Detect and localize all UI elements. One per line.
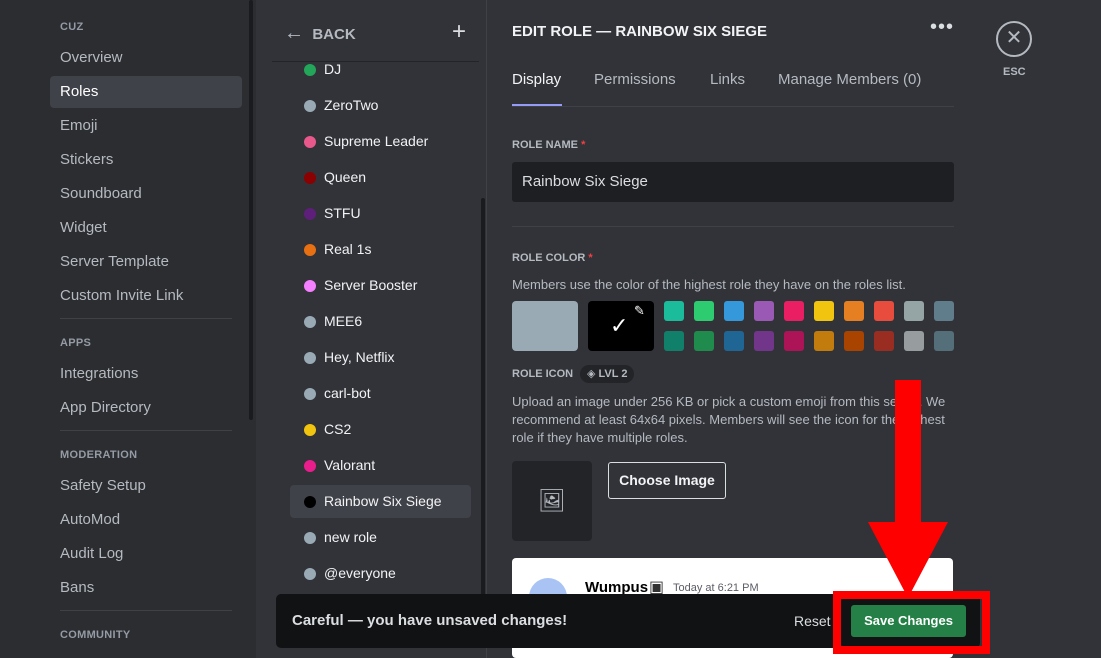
annotation-overlay (833, 380, 990, 654)
annotation-highlight-box (833, 591, 990, 654)
annotation-arrow-shaft (895, 380, 921, 530)
annotation-arrow-head (868, 522, 948, 598)
